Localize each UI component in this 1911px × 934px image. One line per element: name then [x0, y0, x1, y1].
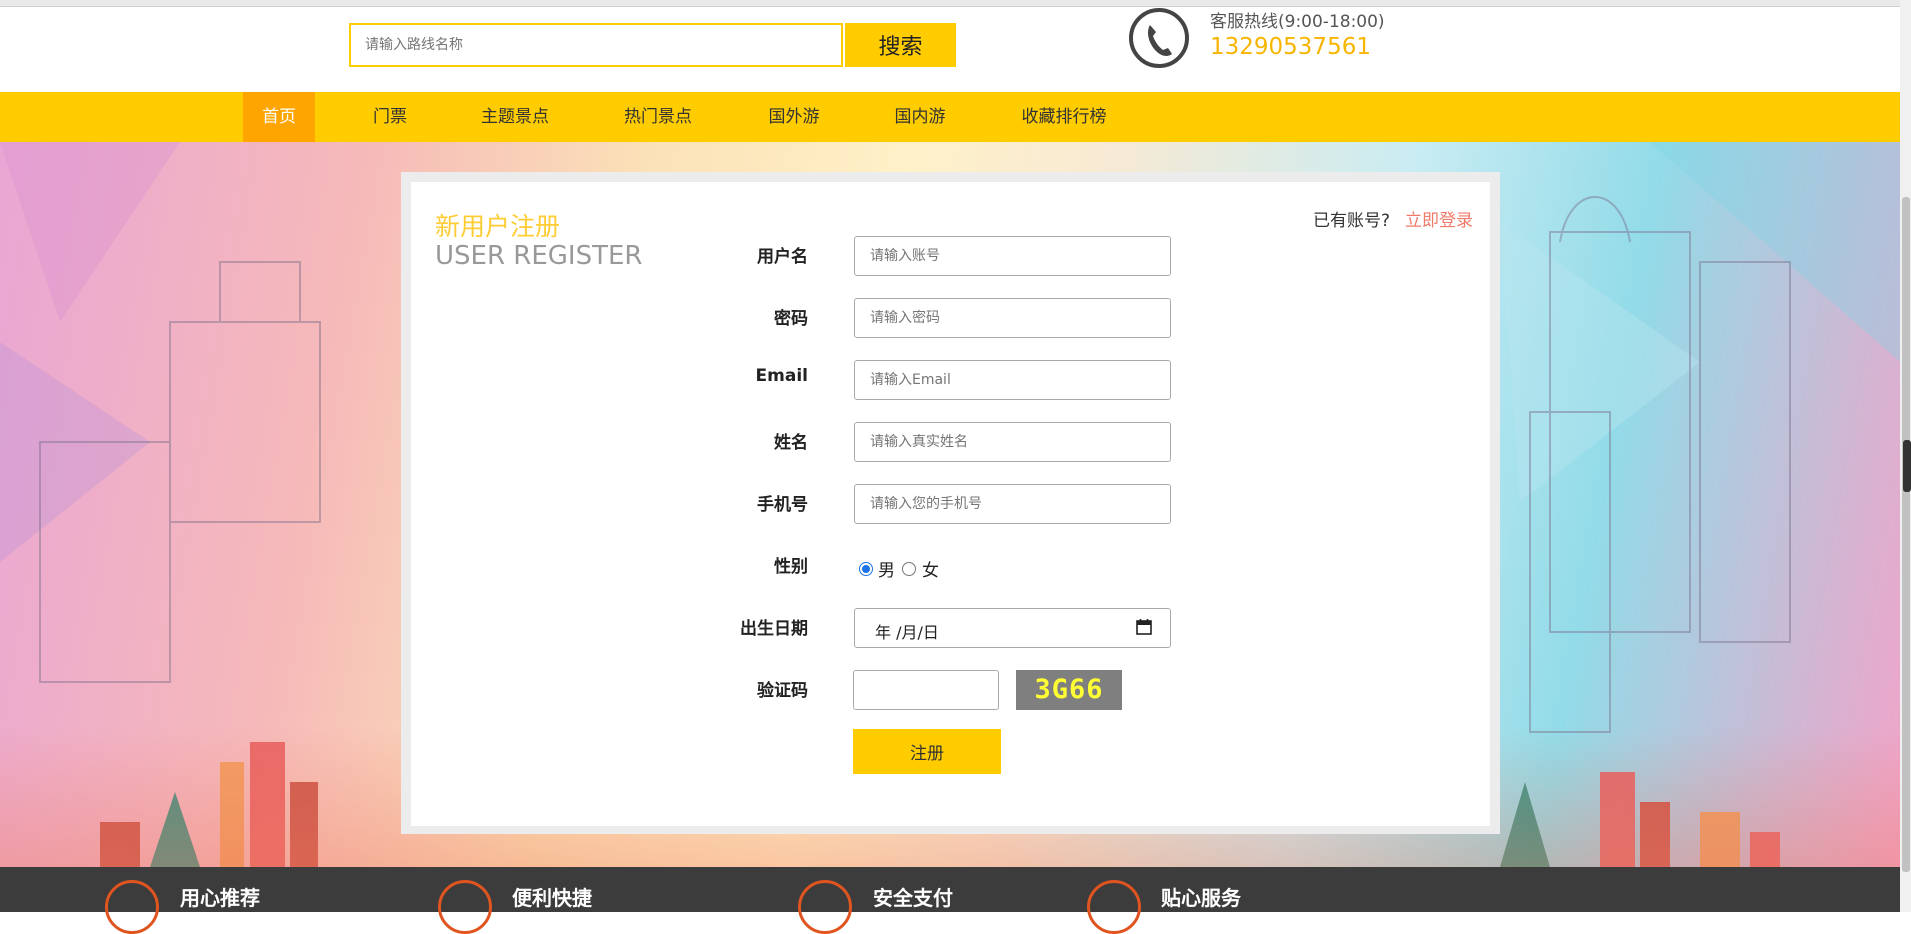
gender-male-label: 男	[878, 561, 895, 581]
gender-female-radio[interactable]	[902, 562, 916, 576]
scrollbar-marker	[1903, 440, 1911, 492]
feature-caring-service: 贴心服务	[1161, 886, 1241, 910]
browser-top-edge	[0, 0, 1911, 7]
nav-item-hot-spots[interactable]: 热门景点	[613, 92, 703, 142]
search-input[interactable]	[349, 23, 843, 67]
feature-convenient: 便利快捷	[512, 886, 592, 910]
email-label: Email	[755, 366, 808, 386]
nav-item-home[interactable]: 首页	[243, 92, 315, 142]
nav-item-tickets[interactable]: 门票	[355, 92, 425, 142]
search-button[interactable]: 搜索	[845, 23, 956, 67]
phone-label: 手机号	[757, 495, 808, 515]
gender-female-label: 女	[922, 561, 939, 581]
have-account-text: 已有账号?	[1313, 211, 1391, 231]
register-title: 新用户注册	[435, 212, 561, 241]
thumbs-up-icon	[1087, 880, 1141, 934]
feature-recommend: 用心推荐	[180, 886, 260, 910]
nav-item-overseas-travel[interactable]: 国外游	[758, 92, 830, 142]
username-input[interactable]	[854, 236, 1171, 276]
site-header: 搜索 客服热线(9:00-18:00) 13290537561	[0, 7, 1900, 92]
scrollbar-thumb[interactable]	[1902, 197, 1910, 872]
captcha-label: 验证码	[757, 681, 808, 701]
birthday-placeholder: 年 /月/日	[875, 623, 939, 642]
rocket-icon	[438, 880, 492, 934]
hotline-number: 13290537561	[1210, 34, 1371, 60]
name-input[interactable]	[854, 422, 1171, 462]
shield-icon	[798, 880, 852, 934]
main-nav: 首页 门票 主题景点 热门景点 国外游 国内游 收藏排行榜	[0, 92, 1900, 142]
captcha-image[interactable]: 3G66	[1016, 670, 1122, 710]
email-input[interactable]	[854, 360, 1171, 400]
nav-item-favorites-ranking[interactable]: 收藏排行榜	[1014, 92, 1114, 142]
calendar-icon[interactable]	[1135, 618, 1153, 636]
name-label: 姓名	[774, 433, 808, 453]
phone-input[interactable]	[854, 484, 1171, 524]
nav-item-theme-spots[interactable]: 主题景点	[470, 92, 560, 142]
phone-icon	[1129, 8, 1189, 68]
feature-secure-payment: 安全支付	[873, 886, 953, 910]
birthday-label: 出生日期	[740, 619, 808, 639]
nav-item-domestic-travel[interactable]: 国内游	[884, 92, 956, 142]
register-button[interactable]: 注册	[853, 729, 1001, 774]
password-input[interactable]	[854, 298, 1171, 338]
recommend-icon	[105, 880, 159, 934]
username-label: 用户名	[757, 247, 808, 267]
register-title-english: USER REGISTER	[435, 241, 643, 271]
gender-label: 性别	[774, 557, 808, 577]
gender-male-radio[interactable]	[859, 562, 873, 576]
login-link[interactable]: 立即登录	[1405, 206, 1473, 231]
password-label: 密码	[774, 309, 808, 329]
captcha-input[interactable]	[853, 670, 999, 710]
hotline-label: 客服热线(9:00-18:00)	[1210, 12, 1385, 32]
